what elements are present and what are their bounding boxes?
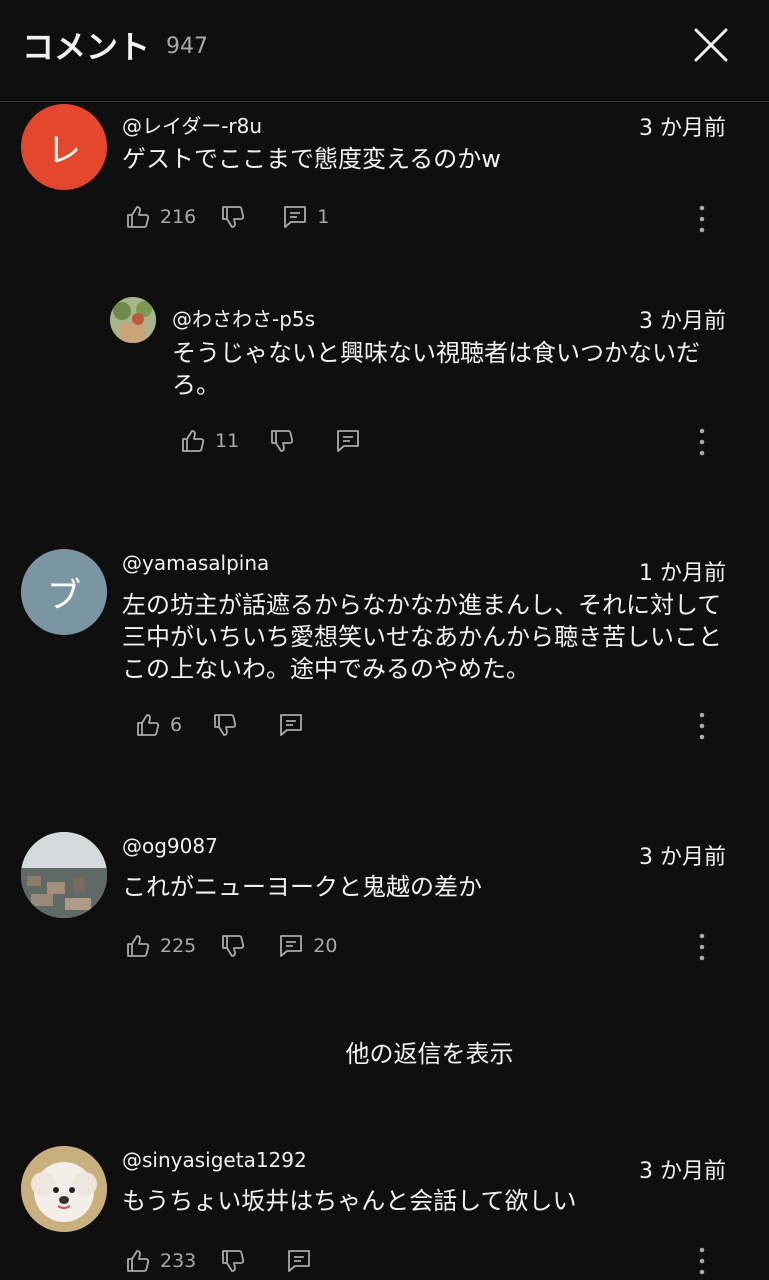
avatar[interactable]: [21, 1146, 107, 1232]
comment-actions: 225 20: [125, 928, 337, 964]
more-options-button[interactable]: [697, 1246, 707, 1276]
like-button[interactable]: 233: [125, 1248, 196, 1274]
dislike-button[interactable]: [220, 1248, 246, 1274]
comment-time: 1 か月前: [639, 561, 726, 586]
reply-icon: [284, 206, 307, 228]
reply-button[interactable]: [335, 428, 361, 454]
comment-time: 3 か月前: [639, 1159, 726, 1184]
avatar[interactable]: ブ: [21, 549, 107, 635]
thumbs-down-icon: [222, 1250, 245, 1272]
avatar[interactable]: レ: [21, 104, 107, 190]
dislike-button[interactable]: [269, 428, 295, 454]
comment-time: 3 か月前: [639, 309, 726, 334]
comment-actions: 233: [125, 1243, 312, 1279]
reply-icon: [288, 1250, 311, 1272]
avatar-letter: ブ: [47, 575, 81, 616]
thumbs-up-icon: [137, 714, 160, 736]
comment-count: 947: [166, 34, 208, 59]
like-count: 6: [170, 714, 183, 736]
comment-author[interactable]: @わさわさ-p5s: [172, 303, 315, 332]
dislike-button[interactable]: [220, 933, 246, 959]
comment-author[interactable]: @yamasalpina: [122, 551, 269, 575]
comment-actions: 6: [135, 707, 304, 743]
more-options-button[interactable]: [697, 204, 707, 234]
avatar-letter: レ: [47, 130, 81, 171]
comment-actions: 216 1: [125, 199, 329, 235]
more-options-button[interactable]: [697, 427, 707, 457]
thumbs-up-icon: [127, 935, 150, 957]
comment-text: これがニューヨークと鬼越の差か: [122, 873, 482, 901]
comment-time: 3 か月前: [639, 845, 726, 870]
thumbs-down-icon: [214, 714, 237, 736]
reply-button[interactable]: 20: [278, 933, 337, 959]
more-vert-icon: [699, 428, 705, 456]
comment-actions: 11: [180, 423, 361, 459]
comment-text: 左の坊主が話遮るからなかなか進まんし、それに対して三中がいちいち愛想笑いせなあか…: [122, 591, 722, 683]
thumbs-down-icon: [222, 206, 245, 228]
dislike-button[interactable]: [212, 712, 238, 738]
like-button[interactable]: 216: [125, 204, 196, 230]
show-more-replies-button[interactable]: 他の返信を表示: [0, 1034, 769, 1069]
like-count: 225: [160, 935, 197, 957]
comment-time: 3 か月前: [639, 116, 726, 141]
comment-author[interactable]: @sinyasigeta1292: [122, 1148, 307, 1172]
comment-text: ゲストでここまで態度変えるのかw: [122, 145, 501, 173]
reply-icon: [337, 430, 360, 452]
comments-header: コメント 947: [0, 0, 769, 102]
avatar-image: [21, 1146, 107, 1232]
comment-author[interactable]: @レイダー-r8u: [122, 110, 262, 139]
like-count: 11: [215, 430, 240, 452]
like-button[interactable]: 11: [180, 428, 239, 454]
more-vert-icon: [699, 933, 705, 961]
comment-text: もうちょい坂井はちゃんと会話して欲しい: [122, 1187, 577, 1215]
avatar-image: [110, 297, 156, 343]
reply-button[interactable]: [286, 1248, 312, 1274]
header-title: コメント: [22, 28, 151, 66]
like-count: 216: [160, 206, 197, 228]
comment-author[interactable]: @og9087: [122, 834, 218, 858]
dislike-button[interactable]: [220, 204, 246, 230]
reply-button[interactable]: [278, 712, 304, 738]
reply-count: 1: [317, 206, 330, 228]
thumbs-down-icon: [222, 935, 245, 957]
thumbs-up-icon: [127, 206, 150, 228]
avatar[interactable]: [21, 832, 107, 918]
thumbs-down-icon: [271, 430, 294, 452]
like-count: 233: [160, 1250, 197, 1272]
like-button[interactable]: 6: [135, 712, 182, 738]
close-icon: [694, 28, 728, 62]
close-button[interactable]: [692, 26, 730, 64]
avatar-image: [21, 832, 107, 918]
reply-button[interactable]: 1: [282, 204, 329, 230]
more-options-button[interactable]: [697, 932, 707, 962]
more-vert-icon: [699, 205, 705, 233]
reply-icon: [280, 714, 302, 736]
more-options-button[interactable]: [697, 711, 707, 741]
more-vert-icon: [699, 1247, 705, 1275]
thumbs-up-icon: [182, 430, 205, 452]
thumbs-up-icon: [127, 1250, 150, 1272]
avatar[interactable]: [110, 297, 156, 343]
like-button[interactable]: 225: [125, 933, 196, 959]
more-vert-icon: [699, 712, 705, 740]
comment-text: そうじゃないと興味ない視聴者は食いつかないだろ。: [172, 339, 700, 399]
reply-icon: [280, 935, 303, 957]
reply-count: 20: [313, 935, 338, 957]
